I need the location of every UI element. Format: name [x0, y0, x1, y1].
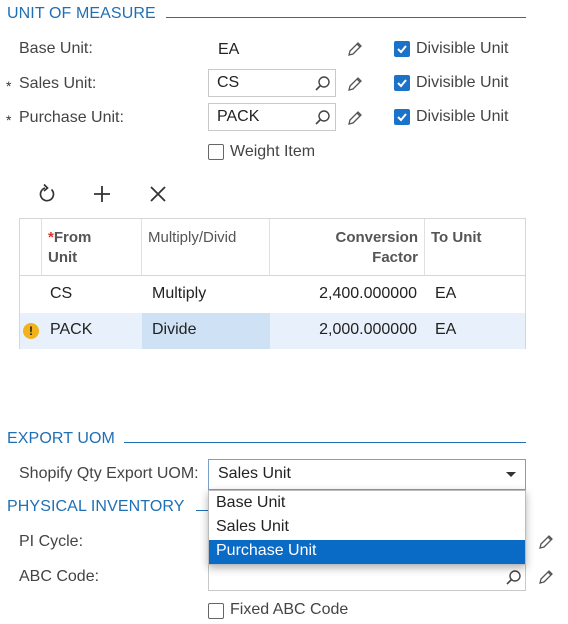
- operation-cell[interactable]: Divide: [142, 313, 270, 349]
- factor-cell[interactable]: 2,000.000000: [270, 313, 425, 349]
- abc-code-label: ABC Code:: [19, 568, 100, 585]
- table-row[interactable]: CS Multiply 2,400.000000 EA: [20, 277, 525, 313]
- purchase-unit-value: PACK: [217, 108, 260, 125]
- dropdown-option-purchase-unit[interactable]: Purchase Unit: [209, 540, 525, 564]
- weight-item-label: Weight Item: [230, 143, 316, 160]
- fixed-abc-checkbox[interactable]: [208, 603, 224, 619]
- grid-header-conversion-factor[interactable]: Conversion Factor: [270, 219, 425, 276]
- search-icon[interactable]: [314, 109, 332, 127]
- weight-item-checkbox[interactable]: [208, 144, 224, 160]
- purchase-divisible-label: Divisible Unit: [416, 108, 509, 125]
- purchase-unit-label: Purchase Unit:: [19, 109, 124, 126]
- sales-divisible-label: Divisible Unit: [416, 74, 509, 91]
- from-unit-cell[interactable]: PACK: [42, 313, 142, 349]
- x-icon[interactable]: [147, 183, 169, 205]
- abc-code-input[interactable]: [208, 563, 526, 591]
- base-unit-value: EA: [218, 41, 240, 58]
- grid-header-to-unit[interactable]: To Unit: [425, 219, 525, 276]
- required-marker: *: [6, 112, 12, 128]
- to-unit-cell[interactable]: EA: [427, 277, 525, 313]
- edit-pencil-icon[interactable]: [346, 75, 364, 93]
- section-title-export-uom: EXPORT UOM: [7, 430, 115, 447]
- refresh-icon[interactable]: [36, 183, 58, 205]
- header-text: From: [53, 229, 92, 246]
- edit-pencil-icon[interactable]: [537, 533, 555, 551]
- fixed-abc-label: Fixed ABC Code: [230, 601, 349, 618]
- grid-header-from-unit[interactable]: *From Unit: [42, 219, 142, 276]
- section-divider: [196, 510, 208, 511]
- section-title-unit-of-measure: UNIT OF MEASURE: [7, 5, 156, 22]
- base-divisible-checkbox[interactable]: [394, 41, 410, 57]
- header-text: Factor: [372, 249, 418, 266]
- to-unit-cell[interactable]: EA: [427, 313, 525, 349]
- sales-divisible-checkbox[interactable]: [394, 75, 410, 91]
- base-unit-label: Base Unit:: [19, 40, 93, 57]
- header-text: Unit: [48, 249, 78, 266]
- search-icon[interactable]: [314, 75, 332, 93]
- section-divider: [124, 442, 526, 443]
- table-row-selected[interactable]: ! PACK Divide 2,000.000000 EA: [20, 313, 525, 349]
- pi-cycle-label: PI Cycle:: [19, 533, 84, 550]
- header-text: To Unit: [431, 229, 482, 246]
- plus-icon[interactable]: [91, 183, 113, 205]
- base-divisible-label: Divisible Unit: [416, 40, 509, 57]
- edit-pencil-icon[interactable]: [346, 40, 364, 58]
- shopify-uom-value: Sales Unit: [218, 465, 291, 482]
- conversion-grid: *From Unit Multiply/Divid Conversion Fac…: [19, 218, 526, 349]
- warning-icon: !: [23, 323, 39, 339]
- purchase-divisible-checkbox[interactable]: [394, 109, 410, 125]
- sales-unit-label: Sales Unit:: [19, 75, 97, 92]
- section-divider: [166, 17, 526, 18]
- section-title-physical-inventory: PHYSICAL INVENTORY: [7, 498, 185, 515]
- chevron-down-icon[interactable]: [506, 472, 516, 477]
- search-icon[interactable]: [505, 569, 523, 587]
- operation-cell[interactable]: Multiply: [144, 277, 270, 313]
- factor-cell[interactable]: 2,400.000000: [270, 277, 425, 313]
- required-marker: *: [6, 78, 12, 94]
- from-unit-cell[interactable]: CS: [42, 277, 142, 313]
- dropdown-option-base-unit[interactable]: Base Unit: [209, 492, 525, 516]
- shopify-uom-label: Shopify Qty Export UOM:: [19, 465, 199, 482]
- sales-unit-value: CS: [217, 74, 240, 91]
- header-text: Conversion: [335, 229, 418, 246]
- shopify-uom-select[interactable]: Sales Unit: [208, 459, 526, 490]
- edit-pencil-icon[interactable]: [346, 109, 364, 127]
- edit-pencil-icon[interactable]: [537, 568, 555, 586]
- shopify-uom-dropdown: Base Unit Sales Unit Purchase Unit: [208, 490, 526, 565]
- header-text: Multiply/Divid: [148, 229, 237, 246]
- grid-header-multiply-divide[interactable]: Multiply/Divid: [142, 219, 270, 276]
- dropdown-option-sales-unit[interactable]: Sales Unit: [209, 516, 525, 540]
- grid-header-selector: [20, 219, 42, 276]
